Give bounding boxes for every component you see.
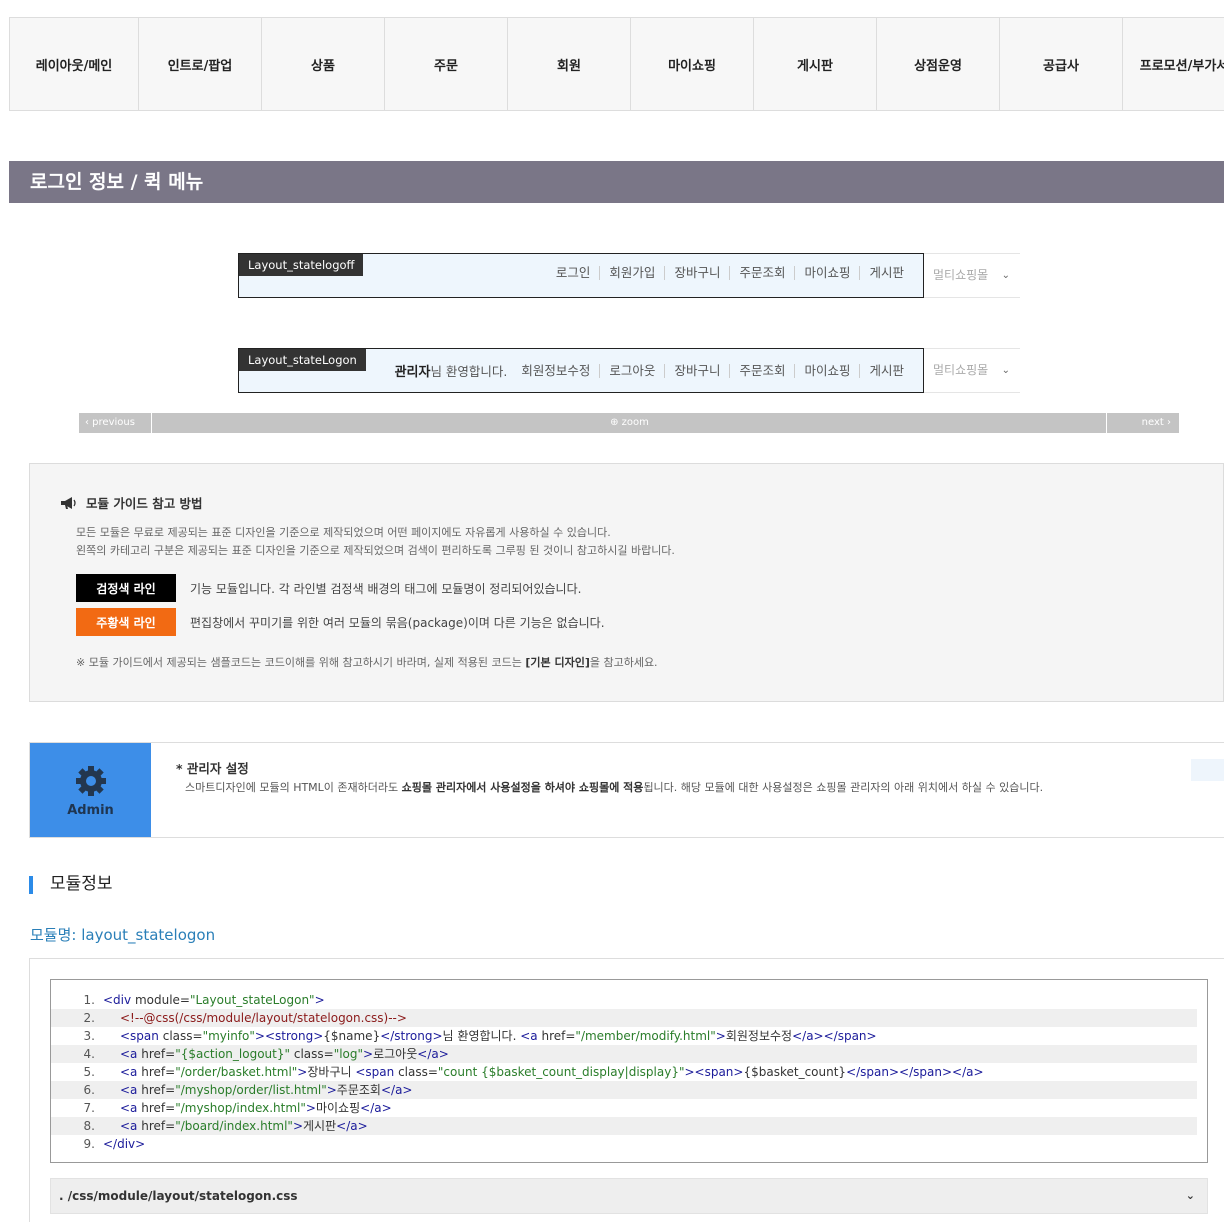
guide-description: 모든 모듈은 무료로 제공되는 표준 디자인을 기준으로 제작되었으며 어떤 페… <box>76 524 675 560</box>
line-number: 5. <box>83 1065 95 1079</box>
guide-desc-line: 모든 모듈은 무료로 제공되는 표준 디자인을 기준으로 제작되었으며 어떤 페… <box>76 526 611 539</box>
note-text: 을 참고하세요. <box>589 656 658 669</box>
admin-text: 스마트디자인에 모듈의 HTML이 존재하더라도 쇼핑몰 관리자에서 사용설정을… <box>185 779 1043 795</box>
greeting-text: 님 환영합니다. <box>430 364 508 379</box>
module-tag: Layout_stateLogon <box>239 349 366 371</box>
code-line: 8. <a href="/board/index.html">게시판</a> <box>51 1117 1197 1135</box>
admin-label: Admin <box>67 803 114 818</box>
basket-link[interactable]: 장바구니 <box>664 363 729 378</box>
board-link[interactable]: 게시판 <box>859 266 913 280</box>
tab-product[interactable]: 상품 <box>261 18 384 110</box>
code-line: 9. </div> <box>51 1135 1197 1153</box>
order-lookup-link[interactable]: 주문조회 <box>729 363 794 378</box>
tab-supplier[interactable]: 공급사 <box>999 18 1122 110</box>
order-lookup-link[interactable]: 주문조회 <box>729 266 794 280</box>
tab-intro-popup[interactable]: 인트로/팝업 <box>138 18 261 110</box>
line-number: 6. <box>83 1083 95 1097</box>
module-info-title: 모듈정보 <box>29 876 113 894</box>
code-line: 3. <span class="myinfo"><strong>{$name}</… <box>51 1027 1197 1045</box>
statelogon-preview: Layout_stateLogon 관리자님 환영합니다. 회원정보수정 로그아… <box>238 348 924 393</box>
logout-link[interactable]: 로그아웃 <box>599 363 664 378</box>
quick-links: 관리자님 환영합니다. 회원정보수정 로그아웃 장바구니 주문조회 마이쇼핑 게… <box>395 361 913 380</box>
guide-title: 모듈 가이드 참고 방법 <box>60 493 203 512</box>
multishop-label: 멀티쇼핑몰 <box>933 268 989 282</box>
code-line: 1. <div module="Layout_stateLogon"> <box>51 991 1197 1009</box>
line-number: 2. <box>83 1011 95 1025</box>
admin-text-part: 됩니다. 해당 모듈에 대한 사용설정은 쇼핑몰 관리자의 아래 위치에서 하실… <box>643 781 1044 794</box>
greeting: 관리자님 환영합니다. <box>395 361 513 380</box>
next-button[interactable]: next › <box>1106 413 1179 433</box>
category-nav: 레이아웃/메인 인트로/팝업 상품 주문 회원 마이쇼핑 게시판 상점운영 공급… <box>9 17 1224 111</box>
line-number: 9. <box>83 1137 95 1151</box>
black-line-badge: 검정색 라인 <box>76 574 176 602</box>
basket-link[interactable]: 장바구니 <box>664 266 729 280</box>
statelogoff-preview: Layout_statelogoff 로그인 회원가입 장바구니 주문조회 마이… <box>238 253 924 298</box>
multishop-dropdown[interactable]: 멀티쇼핑몰 ⌄ <box>924 348 1020 393</box>
orange-line-row: 주황색 라인 편집창에서 꾸미기를 위한 여러 모듈의 묶음(package)이… <box>76 608 605 636</box>
basic-design-link: [기본 디자인] <box>525 656 590 669</box>
myshop-link[interactable]: 마이쇼핑 <box>794 363 859 378</box>
line-number: 3. <box>83 1029 95 1043</box>
zoom-label: zoom <box>621 417 649 428</box>
tab-board[interactable]: 게시판 <box>753 18 876 110</box>
code-line: 7. <a href="/myshop/index.html">마이쇼핑</a> <box>51 1099 1197 1117</box>
multishop-label: 멀티쇼핑몰 <box>933 363 989 377</box>
orange-line-badge: 주황색 라인 <box>76 608 176 636</box>
quick-links: 로그인 회원가입 장바구니 주문조회 마이쇼핑 게시판 <box>547 266 913 280</box>
css-file-toggle[interactable]: . /css/module/layout/statelogon.css ⌄ <box>50 1178 1208 1214</box>
user-name: 관리자 <box>394 365 431 380</box>
admin-side-button[interactable] <box>1191 759 1224 781</box>
code-block: 1. <div module="Layout_stateLogon"> 2. <!-… <box>50 979 1208 1163</box>
line-number: 4. <box>83 1047 95 1061</box>
line-number: 1. <box>83 993 95 1007</box>
guide-note: ※ 모듈 가이드에서 제공되는 샘플코드는 코드이해를 위해 참고하시기 바라며… <box>76 654 658 670</box>
chevron-down-icon: ⌄ <box>1185 1189 1195 1202</box>
code-line: 5. <a href="/order/basket.html">장바구니 <spa… <box>51 1063 1197 1081</box>
tab-myshop[interactable]: 마이쇼핑 <box>630 18 753 110</box>
zoom-icon: ⊕ <box>610 417 619 428</box>
admin-text-emphasis: 쇼핑몰 관리자에서 사용설정을 하셔야 쇼핑몰에 적용 <box>401 781 644 794</box>
admin-icon-cell: Admin <box>30 743 151 837</box>
module-name: 모듈명: layout_statelogon <box>30 926 216 944</box>
login-link[interactable]: 로그인 <box>547 266 600 280</box>
previous-button[interactable]: ‹ previous <box>79 413 152 433</box>
admin-text-part: 스마트디자인에 모듈의 HTML이 존재하더라도 <box>185 781 402 794</box>
zoom-button[interactable]: ⊕ zoom <box>153 413 1106 433</box>
css-file-path: . /css/module/layout/statelogon.css <box>59 1189 298 1203</box>
admin-heading: * 관리자 설정 <box>176 761 249 776</box>
line-number: 8. <box>83 1119 95 1133</box>
tab-store-operation[interactable]: 상점운영 <box>876 18 999 110</box>
myshop-link[interactable]: 마이쇼핑 <box>794 266 859 280</box>
line-number: 7. <box>83 1101 95 1115</box>
note-text: ※ 모듈 가이드에서 제공되는 샘플코드는 코드이해를 위해 참고하시기 바라며… <box>76 656 526 669</box>
chevron-down-icon: ⌄ <box>1001 270 1010 281</box>
black-line-text: 기능 모듈입니다. 각 라인별 검정색 배경의 태그에 모듈명이 정리되어있습니… <box>190 581 582 596</box>
black-line-row: 검정색 라인 기능 모듈입니다. 각 라인별 검정색 배경의 태그에 모듈명이 … <box>76 574 581 602</box>
tab-order[interactable]: 주문 <box>384 18 507 110</box>
preview-pager: ‹ previous ⊕ zoom next › <box>79 413 1179 433</box>
module-guide-box: 모듈 가이드 참고 방법 모든 모듈은 무료로 제공되는 표준 디자인을 기준으… <box>29 463 1224 702</box>
chevron-down-icon: ⌄ <box>1001 365 1010 376</box>
code-line: 2. <!--@css(/css/module/layout/statelogon… <box>51 1009 1197 1027</box>
join-link[interactable]: 회원가입 <box>599 266 664 280</box>
tab-layout-main[interactable]: 레이아웃/메인 <box>9 18 138 110</box>
board-link[interactable]: 게시판 <box>859 363 913 378</box>
guide-desc-line: 왼쪽의 카테고리 구분은 제공되는 표준 디자인을 기준으로 제작되었으며 검색… <box>76 544 675 557</box>
code-line: 4. <a href="{$action_logout}" class="log"… <box>51 1045 1197 1063</box>
code-line: 6. <a href="/myshop/order/list.html">주문조회… <box>51 1081 1197 1099</box>
section-title: 로그인 정보 / 퀵 메뉴 <box>9 161 1224 203</box>
admin-settings-box: Admin * 관리자 설정 스마트디자인에 모듈의 HTML이 존재하더라도 … <box>29 742 1224 838</box>
multishop-dropdown[interactable]: 멀티쇼핑몰 ⌄ <box>924 253 1020 298</box>
tab-promotion[interactable]: 프로모션/부가서 <box>1122 18 1224 110</box>
modify-member-link[interactable]: 회원정보수정 <box>512 363 599 378</box>
orange-line-text: 편집창에서 꾸미기를 위한 여러 모듈의 묶음(package)이며 다른 기능… <box>190 615 605 630</box>
guide-title-text: 모듈 가이드 참고 방법 <box>86 496 203 511</box>
tab-member[interactable]: 회원 <box>507 18 630 110</box>
megaphone-icon <box>60 496 78 510</box>
gear-icon <box>76 766 106 796</box>
module-tag: Layout_statelogoff <box>239 254 364 276</box>
